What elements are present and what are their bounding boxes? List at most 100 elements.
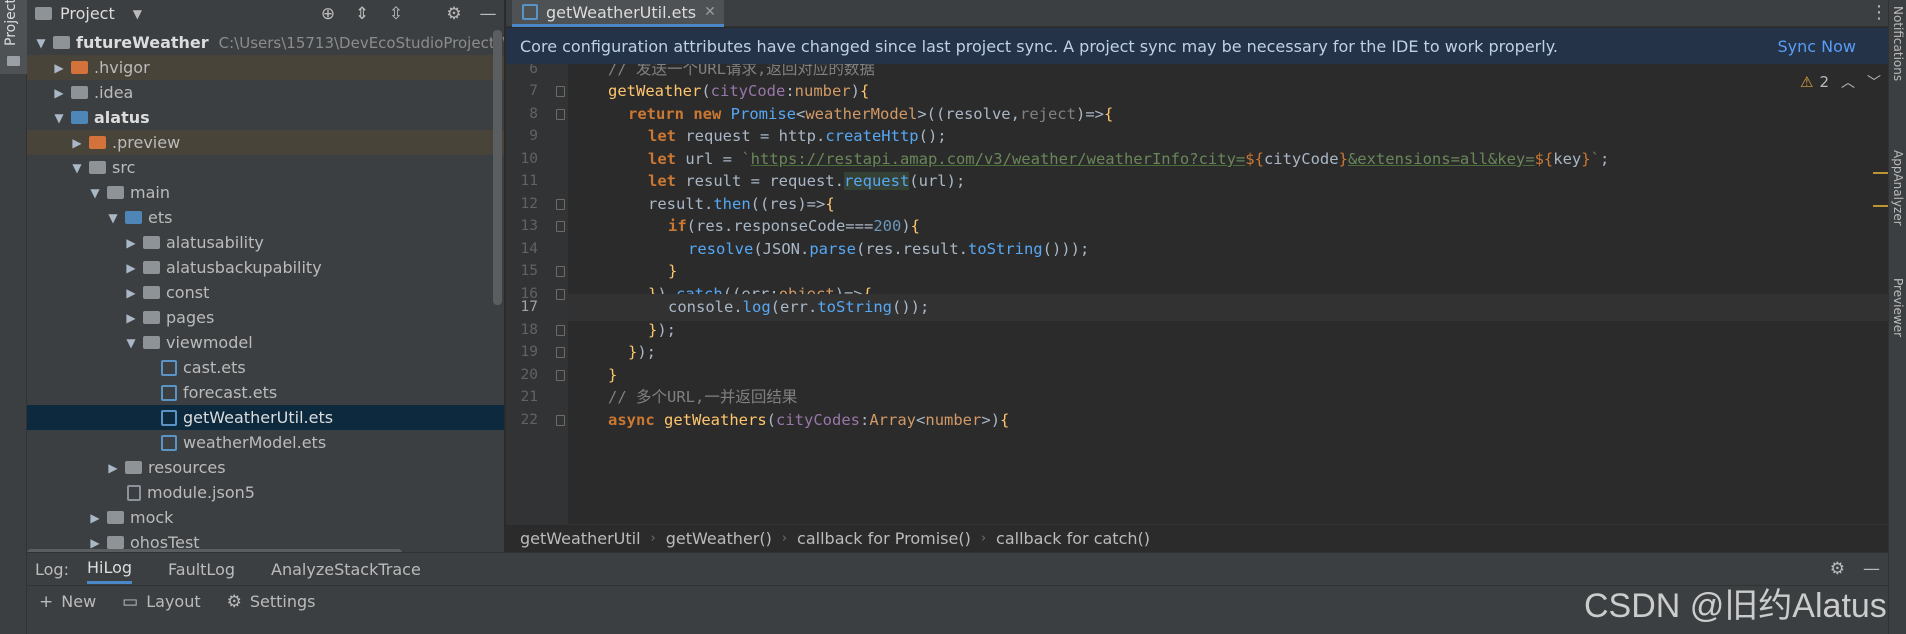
project-view-selector[interactable]: Project (60, 4, 115, 23)
expand-all-icon[interactable]: ⇕ (352, 4, 372, 24)
fold-icon[interactable] (556, 199, 565, 210)
log-label: Log: (35, 559, 69, 579)
tree-item-futureWeather[interactable]: ▼ futureWeather C:\Users\15713\DevEcoStu… (27, 30, 504, 55)
chevron-down-icon[interactable]: ▼ (51, 111, 67, 125)
tree-item-module-json5[interactable]: module.json5 (27, 480, 504, 505)
gear-icon: ⚙ (226, 591, 242, 612)
fold-icon[interactable] (556, 347, 565, 358)
layout-button[interactable]: ▭ Layout (122, 592, 200, 612)
vertical-scrollbar[interactable] (493, 30, 502, 305)
tree-item-label: weatherModel.ets (183, 433, 327, 452)
project-tree: ▼ futureWeather C:\Users\15713\DevEcoStu… (27, 30, 504, 552)
tree-item-alatus[interactable]: ▼ alatus (27, 105, 504, 130)
chevron-down-icon[interactable]: ▼ (133, 7, 142, 21)
tab-analyzestacktrace[interactable]: AnalyzeStackTrace (271, 556, 421, 583)
fold-icon[interactable] (556, 325, 565, 336)
tree-item-label: forecast.ets (183, 383, 278, 402)
tree-item-label: alatusability (166, 233, 264, 252)
more-vertical-icon[interactable]: ⋮ (1870, 2, 1888, 23)
chevron-down-icon[interactable]: ▼ (105, 211, 121, 225)
tree-item-label: ets (148, 208, 173, 227)
fold-icon[interactable] (556, 109, 565, 120)
chevron-right-icon[interactable]: ▶ (87, 536, 103, 550)
chevron-down-icon[interactable]: ▼ (33, 36, 49, 50)
chevron-right-icon[interactable]: ▶ (123, 311, 139, 325)
tree-item-label: module.json5 (147, 483, 255, 502)
tree-item-label: mock (130, 508, 174, 527)
breadcrumb-item[interactable]: getWeather() (666, 529, 772, 548)
chevron-right-icon[interactable]: ▶ (69, 136, 85, 150)
tree-item-getWeatherUtil-ets[interactable]: getWeatherUtil.ets (27, 405, 504, 430)
tree-item-resources[interactable]: ▶ resources (27, 455, 504, 480)
project-tool-window-tab[interactable]: Project (0, 0, 27, 74)
chevron-right-icon[interactable]: ▶ (123, 286, 139, 300)
chevron-right-icon[interactable]: ▶ (87, 511, 103, 525)
tree-item-main[interactable]: ▼ main (27, 180, 504, 205)
chevron-down-icon[interactable]: ▼ (87, 186, 103, 200)
chevron-right-icon[interactable]: ▶ (123, 261, 139, 275)
collapse-all-icon[interactable]: ⇳ (386, 4, 406, 24)
tree-item-mock[interactable]: ▶ mock (27, 505, 504, 530)
tree-item-alatusability[interactable]: ▶ alatusability (27, 230, 504, 255)
tab-getWeatherUtil-ets[interactable]: getWeatherUtil.ets ✕ (512, 0, 724, 27)
tree-item-viewmodel[interactable]: ▼ viewmodel (27, 330, 504, 355)
tree-item-idea[interactable]: ▶ .idea (27, 80, 504, 105)
gear-icon[interactable]: ⚙ (1830, 559, 1845, 579)
chevron-right-icon[interactable]: ▶ (105, 461, 121, 475)
close-icon[interactable]: ✕ (704, 4, 716, 20)
tree-item-label: alatus (94, 108, 150, 127)
new-button[interactable]: + New (39, 592, 96, 612)
tree-item-preview[interactable]: ▶ .preview (27, 130, 504, 155)
tree-item-const[interactable]: ▶ const (27, 280, 504, 305)
warning-stripe-marker[interactable] (1873, 205, 1888, 207)
tree-item-label: viewmodel (166, 333, 253, 352)
tree-item-label: cast.ets (183, 358, 246, 377)
gear-icon[interactable]: ⚙ (444, 4, 464, 24)
sync-now-link[interactable]: Sync Now (1778, 37, 1857, 56)
chevron-right-icon[interactable]: ▶ (51, 61, 67, 75)
folder-icon (53, 36, 70, 49)
locate-icon[interactable]: ⊕ (318, 4, 338, 24)
chevron-down-icon[interactable]: ▼ (123, 336, 139, 350)
plus-icon: + (39, 591, 54, 612)
tab-hilog[interactable]: HiLog (86, 554, 133, 584)
tree-item-src[interactable]: ▼ src (27, 155, 504, 180)
tree-item-cast-ets[interactable]: cast.ets (27, 355, 504, 380)
fold-icon[interactable] (556, 266, 565, 277)
tab-faultlog[interactable]: FaultLog (168, 556, 235, 583)
chevron-right-icon[interactable]: ▶ (123, 236, 139, 250)
fold-icon[interactable] (556, 86, 565, 97)
notifications-tab[interactable]: Notifications (1891, 6, 1905, 81)
tab-label: getWeatherUtil.ets (546, 2, 697, 22)
ets-file-icon (161, 434, 177, 451)
breadcrumb-item[interactable]: callback for Promise() (797, 529, 971, 548)
fold-icon[interactable] (556, 289, 565, 300)
tree-item-forecast-ets[interactable]: forecast.ets (27, 380, 504, 405)
hide-icon[interactable]: — (478, 4, 498, 24)
hide-icon[interactable]: — (1863, 559, 1880, 579)
chevron-up-icon[interactable]: ︿ (1841, 72, 1855, 92)
breadcrumb-item[interactable]: getWeatherUtil (520, 529, 641, 548)
previewer-tab[interactable]: Previewer (1891, 278, 1905, 337)
tree-item-ets[interactable]: ▼ ets (27, 205, 504, 230)
chevron-right-icon[interactable]: ▶ (51, 86, 67, 100)
tree-item-weatherModel-ets[interactable]: weatherModel.ets (27, 430, 504, 455)
tree-item-pages[interactable]: ▶ pages (27, 305, 504, 330)
tree-item-label: getWeatherUtil.ets (183, 408, 334, 427)
folder-icon (125, 461, 142, 474)
warning-stripe-marker[interactable] (1873, 172, 1888, 174)
tree-item-hvigor[interactable]: ▶ .hvigor (27, 55, 504, 80)
tree-item-alatusbackupability[interactable]: ▶ alatusbackupability (27, 255, 504, 280)
settings-button[interactable]: ⚙ Settings (227, 592, 316, 612)
chevron-down-icon[interactable]: ▼ (69, 161, 85, 175)
folder-icon (143, 261, 160, 274)
fold-icon[interactable] (556, 221, 565, 232)
appanalyzer-tab[interactable]: AppAnalyzer (1891, 150, 1905, 226)
breadcrumb-item[interactable]: callback for catch() (996, 529, 1150, 548)
chevron-down-icon[interactable]: ﹀ (1867, 72, 1881, 92)
inspections-widget[interactable]: ⚠ 2 ︿ ﹀ (1800, 72, 1881, 92)
fold-icon[interactable] (556, 370, 565, 381)
code-editor[interactable]: // 发送一个URL请求,返回对应的数据 getWeather(cityCode… (568, 64, 1888, 524)
warnings-count: 2 (1819, 73, 1829, 91)
fold-icon[interactable] (556, 415, 565, 426)
